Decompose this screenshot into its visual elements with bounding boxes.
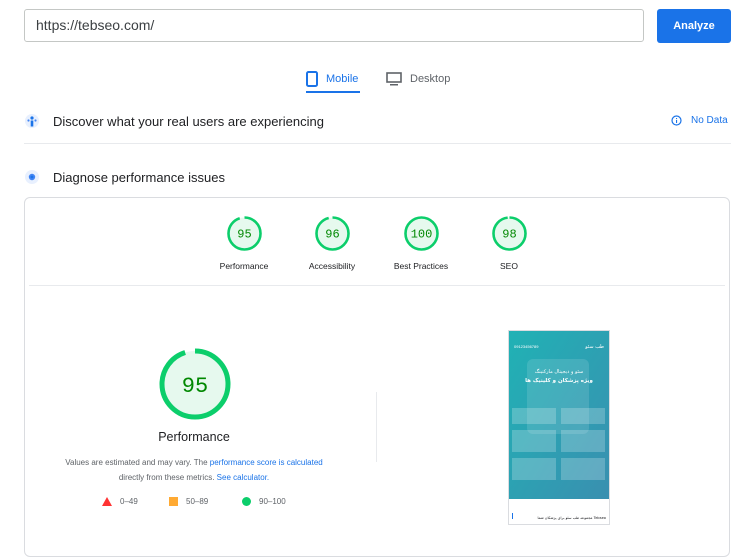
square-icon bbox=[169, 497, 178, 506]
tab-desktop[interactable]: Desktop bbox=[386, 66, 450, 92]
preview-logo: طب سئو bbox=[584, 344, 604, 350]
performance-score: 95 bbox=[237, 228, 251, 242]
see-calculator-link[interactable]: See calculator. bbox=[217, 473, 269, 482]
seo-score: 98 bbox=[502, 228, 516, 242]
disclaimer-text-1: Values are estimated and may vary. The bbox=[65, 458, 208, 467]
gauges-divider bbox=[29, 285, 725, 286]
accessibility-score: 96 bbox=[325, 228, 339, 242]
triangle-icon bbox=[102, 497, 112, 506]
circle-icon bbox=[242, 497, 251, 506]
legend-pass: 90–100 bbox=[242, 497, 286, 506]
accessibility-label: Accessibility bbox=[308, 261, 356, 271]
best-practices-label: Best Practices bbox=[393, 261, 449, 271]
lighthouse-icon bbox=[24, 169, 40, 190]
preview-headline-2: ویژه پزشکان و کلینیک ها bbox=[525, 377, 593, 384]
legend-average: 50–89 bbox=[169, 497, 208, 506]
monitor-icon bbox=[386, 72, 402, 86]
legend-fail-label: 0–49 bbox=[120, 497, 138, 506]
main-performance-title: Performance bbox=[158, 430, 230, 444]
diagnose-title: Diagnose performance issues bbox=[53, 170, 225, 185]
active-tab-indicator bbox=[306, 91, 360, 93]
score-calculated-link[interactable]: performance score is calculated bbox=[210, 458, 323, 467]
page-screenshot-preview: 09123456789 طب سئو سئو و دیجیتال مارکتین… bbox=[508, 330, 610, 525]
users-icon bbox=[24, 113, 40, 136]
preview-footer-text: مجموعه طب سئو برای پزشکان شما Tebseo bbox=[537, 516, 606, 520]
disclaimer-text-2: directly from these metrics. bbox=[118, 473, 215, 482]
best-practices-score: 100 bbox=[411, 228, 433, 242]
no-data-link[interactable]: No Data bbox=[671, 115, 728, 126]
score-disclaimer: Values are estimated and may vary. The p… bbox=[44, 455, 344, 485]
best-practices-gauge[interactable]: 100 bbox=[403, 215, 440, 252]
tab-mobile-label: Mobile bbox=[326, 73, 359, 85]
tab-mobile[interactable]: Mobile bbox=[306, 66, 358, 92]
info-icon bbox=[671, 115, 682, 126]
legend-average-label: 50–89 bbox=[186, 497, 209, 506]
main-performance-score: 95 bbox=[182, 374, 208, 399]
legend-pass-label: 90–100 bbox=[259, 497, 286, 506]
seo-label: SEO bbox=[500, 261, 518, 271]
no-data-label: No Data bbox=[691, 115, 728, 126]
legend-fail: 0–49 bbox=[102, 497, 138, 506]
section-divider bbox=[24, 143, 731, 144]
preview-headline-1: سئو و دیجیتال مارکتینگ bbox=[535, 368, 583, 375]
performance-gauge[interactable]: 95 bbox=[226, 215, 263, 252]
seo-gauge[interactable]: 98 bbox=[491, 215, 528, 252]
performance-label: Performance bbox=[219, 261, 269, 271]
preview-phone-number: 09123456789 bbox=[514, 344, 539, 349]
field-data-title: Discover what your real users are experi… bbox=[53, 114, 324, 129]
tab-desktop-label: Desktop bbox=[410, 73, 451, 85]
url-input[interactable]: https://tebseo.com/ bbox=[24, 9, 644, 42]
accessibility-gauge[interactable]: 96 bbox=[314, 215, 351, 252]
vertical-divider bbox=[376, 392, 377, 462]
smartphone-icon bbox=[306, 71, 318, 87]
analyze-button[interactable]: Analyze bbox=[657, 9, 731, 43]
main-performance-gauge: 95 bbox=[158, 347, 232, 426]
